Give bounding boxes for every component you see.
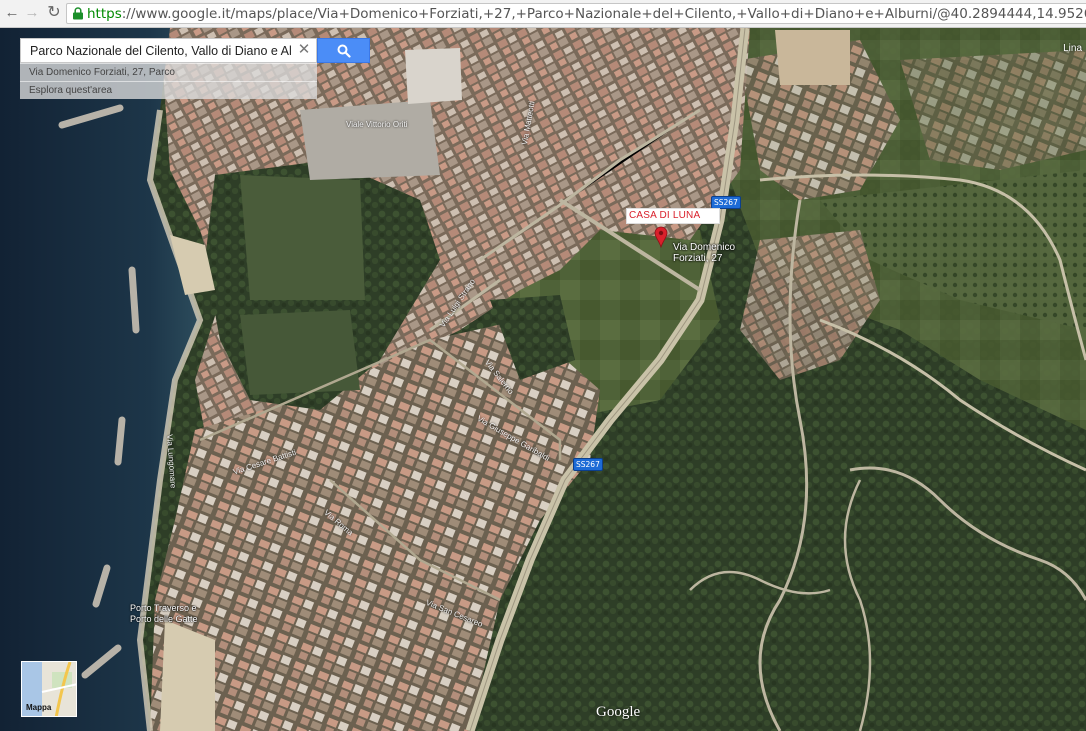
search-input[interactable] (21, 39, 291, 62)
forward-arrow-icon[interactable]: → (22, 3, 42, 23)
porto-label-line2: Porto delle Gatte (130, 614, 198, 624)
street-label: Viale Vittorio Oriti (346, 120, 408, 129)
satellite-map[interactable]: SS267 SS267 Viale Vittorio Oriti Via Mat… (0, 28, 1086, 731)
map-toggle-label: Mappa (26, 703, 52, 712)
pin-address-line2: Forziati, 27 (673, 253, 723, 264)
lock-icon (73, 7, 83, 20)
suggestion-explore-area[interactable]: Esplora quest'area (20, 81, 317, 99)
road-shield-ss267: SS267 (573, 458, 603, 471)
place-label: CASA DI LUNA (629, 210, 701, 221)
url-text: https://www.google.it/maps/place/Via+Dom… (87, 6, 1086, 22)
url-scheme: https (87, 6, 122, 22)
suggestion-list: Via Domenico Forziati, 27, Parco Esplora… (20, 63, 317, 99)
search-button[interactable] (317, 38, 370, 63)
user-account-link[interactable]: Lina (1063, 43, 1082, 54)
pin-address-line1: Via Domenico (673, 242, 736, 253)
url-rest: ://www.google.it/maps/place/Via+Domenico… (121, 6, 1086, 22)
map-view-toggle[interactable]: Mappa (21, 661, 77, 717)
back-arrow-icon[interactable]: ← (2, 3, 22, 23)
search-box: ✕ (20, 38, 317, 63)
reload-icon[interactable]: ↻ (44, 3, 64, 23)
clear-search-icon[interactable]: ✕ (296, 42, 312, 58)
search-icon (337, 44, 351, 58)
pin-address: Via Domenico Forziati, 27 (673, 242, 743, 264)
porto-label-line1: Porto Traverso e (130, 603, 197, 613)
map-pin-icon[interactable] (654, 226, 668, 248)
place-label-box[interactable]: CASA DI LUNA (626, 208, 720, 224)
browser-toolbar: ← → ↻ https://www.google.it/maps/place/V… (0, 0, 1086, 28)
suggestion-address[interactable]: Via Domenico Forziati, 27, Parco (20, 63, 317, 81)
satellite-imagery (0, 28, 1086, 731)
address-bar[interactable]: https://www.google.it/maps/place/Via+Dom… (66, 3, 1086, 24)
google-logo: Google (596, 704, 641, 720)
